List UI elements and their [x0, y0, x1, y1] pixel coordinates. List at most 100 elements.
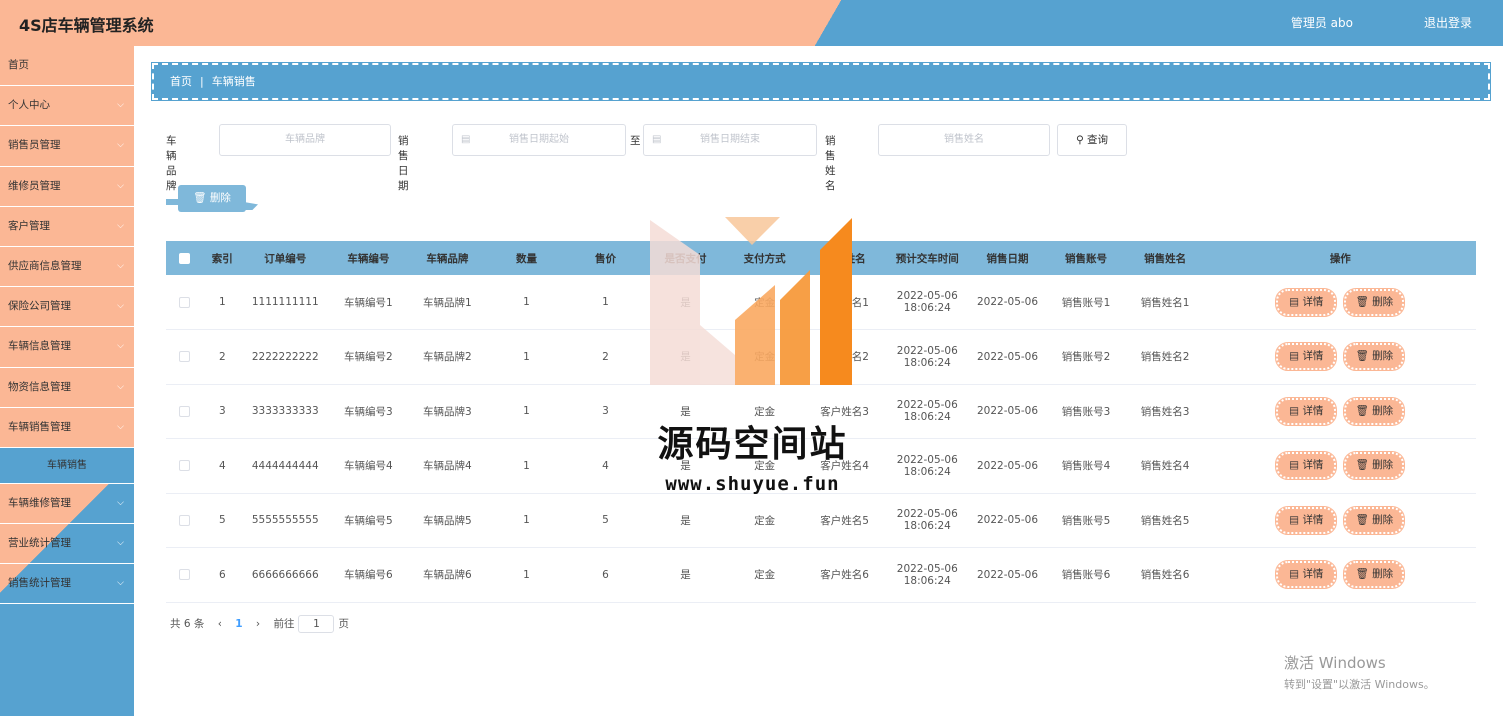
chevron-down-icon: ⌵	[117, 381, 124, 392]
brand-input[interactable]: 车辆品牌	[219, 124, 391, 156]
table-row: 6 6666666666 车辆编号6 车辆品牌6 1 6 是定金 客户姓名6 2022-05-0…	[166, 548, 1476, 602]
cell-actions: ▤ 详情 🗑 删除	[1205, 330, 1476, 385]
detail-button[interactable]: ▤ 详情	[1275, 342, 1338, 372]
logout-link[interactable]: 退出登录	[1424, 14, 1472, 31]
row-checkbox[interactable]	[178, 405, 190, 417]
sidebar-item[interactable]: 维修员管理 ⌵	[0, 167, 134, 207]
date-end-input[interactable]: ▤ 销售日期结束	[643, 124, 817, 156]
column-header: 销售姓名	[1144, 252, 1187, 265]
cell-price: 6	[602, 568, 609, 581]
column-header: 车辆编号	[347, 252, 390, 265]
row-checkbox[interactable]	[178, 296, 190, 308]
cell-idx: 4	[218, 459, 226, 472]
cell-car-no: 车辆编号1	[343, 296, 393, 309]
sidebar-item[interactable]: 物资信息管理 ⌵	[0, 368, 134, 408]
sidebar-item-label: 营业统计管理	[8, 537, 71, 550]
date-start-placeholder: 销售日期起始	[509, 134, 569, 145]
cell-qty: 1	[523, 405, 530, 418]
cell-paid: 是	[680, 405, 691, 418]
sidebar-item[interactable]: 车辆销售管理 ⌵	[0, 408, 134, 448]
detail-button-label: 详情	[1302, 350, 1324, 363]
pager-total: 共 6 条	[170, 618, 205, 630]
seller-name-input[interactable]: 销售姓名	[878, 124, 1050, 156]
sidebar-item[interactable]: 保险公司管理 ⌵	[0, 287, 134, 328]
cell-account: 销售账号3	[1061, 405, 1111, 418]
deliver-time: 18:06:24	[903, 574, 951, 587]
detail-button[interactable]: ▤ 详情	[1275, 287, 1338, 317]
cell-idx: 5	[218, 514, 226, 527]
sidebar-item[interactable]: 销售员管理 ⌵	[0, 126, 134, 167]
calendar-icon: ▤	[652, 134, 662, 145]
cell-deliver: 2022-05-06 18:06:24	[886, 493, 968, 548]
chevron-down-icon: ⌵	[117, 421, 124, 432]
bulk-delete-button[interactable]: 🗑 删除	[166, 185, 246, 212]
sidebar-item[interactable]: 车辆维修管理 ⌵	[0, 484, 134, 525]
sidebar-item[interactable]: 车辆信息管理 ⌵	[0, 327, 134, 368]
detail-button[interactable]: ▤ 详情	[1275, 505, 1338, 535]
cell-order: 3333333333	[251, 405, 319, 418]
date-start-input[interactable]: ▤ 销售日期起始	[452, 124, 626, 156]
cell-brand: 车辆品牌6	[423, 569, 472, 582]
deliver-date: 2022-05-06	[896, 344, 958, 357]
sidebar-item[interactable]: 客户管理 ⌵	[0, 207, 134, 247]
cell-deliver: 2022-05-06 18:06:24	[886, 275, 968, 330]
cell-deliver: 2022-05-06 18:06:24	[886, 330, 968, 385]
cell-price: 4	[602, 459, 609, 472]
sidebar-item[interactable]: 供应商信息管理 ⌵	[0, 247, 134, 288]
column-header: 车辆品牌	[426, 252, 469, 265]
sidebar-subitem-car-sales[interactable]: 车辆销售	[0, 447, 134, 484]
row-checkbox[interactable]	[178, 569, 190, 581]
doc-icon: ▤	[1289, 404, 1303, 417]
sidebar-item[interactable]: 首页	[0, 46, 134, 87]
cell-qty: 1	[523, 459, 530, 472]
row-checkbox[interactable]	[178, 460, 190, 472]
sidebar-item-label: 保险公司管理	[8, 300, 71, 313]
pager-next-icon[interactable]: ›	[256, 618, 260, 630]
detail-button[interactable]: ▤ 详情	[1275, 451, 1338, 481]
select-all-checkbox[interactable]	[178, 252, 190, 264]
cell-deliver: 2022-05-06 18:06:24	[886, 439, 968, 494]
detail-button[interactable]: ▤ 详情	[1275, 560, 1338, 590]
cell-idx: 6	[218, 568, 226, 581]
detail-button-label: 详情	[1302, 459, 1324, 472]
cell-car-no: 车辆编号5	[343, 514, 393, 527]
delete-button[interactable]: 🗑 删除	[1343, 560, 1406, 590]
sidebar-item[interactable]: 个人中心 ⌵	[0, 86, 134, 127]
delete-button[interactable]: 🗑 删除	[1343, 396, 1406, 426]
breadcrumb-home[interactable]: 首页	[170, 75, 192, 88]
delete-button[interactable]: 🗑 删除	[1343, 287, 1406, 317]
cell-pay: 定金	[754, 296, 776, 309]
row-checkbox-cell	[166, 330, 203, 385]
delete-button[interactable]: 🗑 删除	[1343, 451, 1406, 481]
row-checkbox[interactable]	[178, 514, 190, 526]
pager-prev-icon[interactable]: ‹	[218, 618, 222, 630]
delete-button[interactable]: 🗑 删除	[1343, 342, 1406, 372]
pager-page[interactable]: 1	[235, 618, 242, 630]
deliver-date: 2022-05-06	[896, 290, 958, 302]
table-row: 5 5555555555 车辆编号5 车辆品牌5 1 5 是定金 客户姓名5 2022-05-0…	[166, 493, 1476, 548]
cell-seller: 销售姓名3	[1140, 405, 1190, 418]
cell-customer: 客户姓名1	[820, 296, 869, 309]
column-header: 支付方式	[743, 252, 786, 265]
cell-qty: 1	[523, 296, 530, 308]
windows-activation-notice: 激活 Windows 转到"设置"以激活 Windows。	[1284, 652, 1435, 692]
cell-qty: 1	[523, 568, 530, 581]
detail-button[interactable]: ▤ 详情	[1275, 396, 1338, 426]
deliver-time: 18:06:24	[903, 520, 951, 533]
top-bar: 4S店车辆管理系统 管理员 abo 退出登录	[0, 0, 1503, 46]
search-button[interactable]: ⚲ 查询	[1057, 124, 1127, 156]
deliver-time: 18:06:24	[903, 465, 951, 478]
column-header: 预计交车时间	[895, 252, 959, 265]
delete-button-label: 删除	[1372, 295, 1394, 308]
sidebar-item[interactable]: 营业统计管理 ⌵	[0, 524, 134, 565]
sidebar-item[interactable]: 销售统计管理 ⌵	[0, 564, 134, 605]
trash-icon: 🗑	[1355, 350, 1373, 363]
cell-car-no: 车辆编号3	[343, 405, 393, 418]
column-header: 客户姓名	[823, 252, 866, 265]
row-checkbox[interactable]	[178, 351, 190, 363]
column-header: 销售日期	[986, 252, 1029, 265]
sidebar-item-label: 车辆信息管理	[8, 340, 71, 353]
pager-page-input[interactable]: 1	[298, 615, 335, 633]
cell-brand: 车辆品牌1	[423, 296, 472, 309]
delete-button[interactable]: 🗑 删除	[1343, 505, 1406, 535]
